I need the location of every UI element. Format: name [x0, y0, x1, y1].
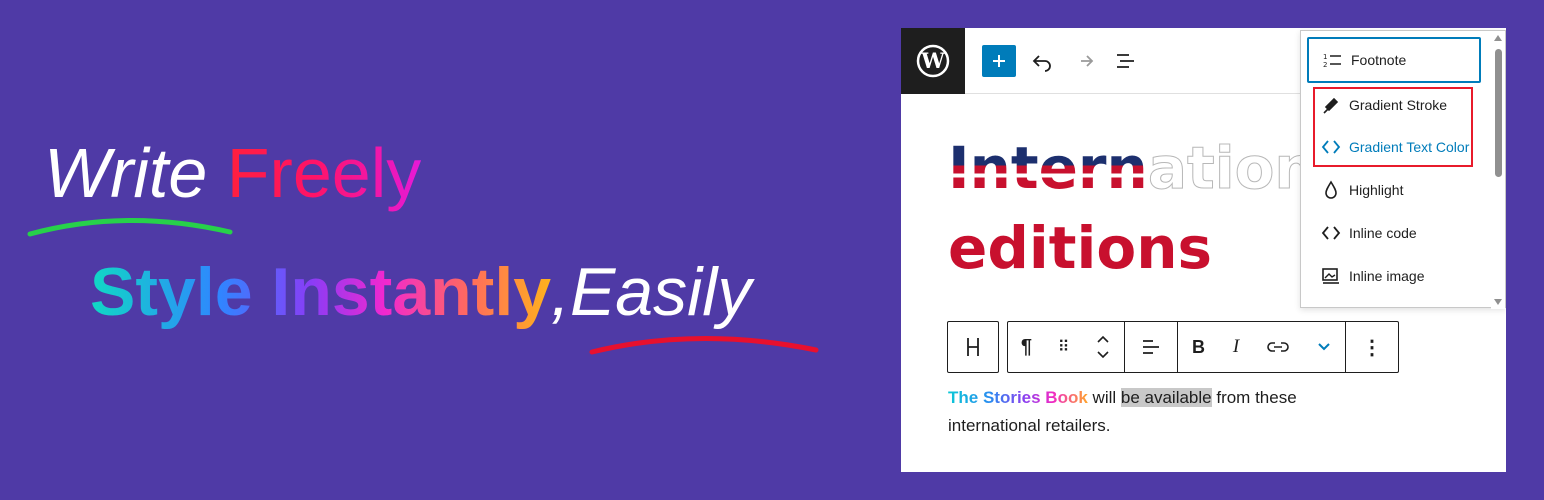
paragraph-text-1: will	[1087, 388, 1121, 407]
scrollbar-thumb[interactable]	[1495, 49, 1502, 177]
block-transform-button[interactable]	[947, 321, 999, 373]
headline-comma: ,	[551, 254, 570, 330]
brush-icon	[1323, 97, 1339, 114]
options-group: ⋮	[1346, 322, 1398, 372]
headline-write: Write	[44, 134, 208, 212]
italic-button[interactable]: I	[1233, 336, 1239, 358]
add-block-button[interactable]	[982, 45, 1016, 77]
menu-item-inline-image[interactable]: Inline image	[1307, 256, 1481, 296]
menu-item-footnote[interactable]: 1 2 Footnote	[1307, 37, 1481, 83]
headline-style-instantly: Style Instantly	[90, 254, 552, 330]
menu-item-label: Highlight	[1349, 182, 1404, 198]
redo-button[interactable]	[1072, 49, 1096, 73]
block-toolbar: ¶ ⠿ B I ⋮	[1007, 321, 1399, 373]
rich-text-format-menu: 1 2 Footnote Gradient Stroke Gradient Te…	[1300, 30, 1506, 309]
wordpress-logo-button[interactable]: W	[901, 28, 965, 94]
heading-red-text: editions	[948, 214, 1213, 282]
headline-line-2: Style Instantly,Easily	[90, 258, 751, 326]
gradient-styled-text: The Stories Book	[948, 388, 1088, 407]
scroll-up-icon[interactable]	[1494, 35, 1502, 41]
menu-scrollbar[interactable]	[1491, 31, 1505, 309]
align-left-icon[interactable]	[1141, 337, 1161, 357]
block-controls-group: ¶ ⠿	[1008, 322, 1125, 372]
menu-item-label: Footnote	[1351, 52, 1407, 68]
paragraph-icon[interactable]: ¶	[1021, 336, 1032, 359]
menu-item-highlight[interactable]: Highlight	[1307, 170, 1481, 210]
menu-item-gradient-stroke[interactable]: Gradient Stroke	[1307, 85, 1481, 125]
paragraph-block[interactable]: The Stories Book will be available from …	[948, 384, 1368, 440]
svg-text:1: 1	[1323, 53, 1327, 61]
code-icon	[1321, 226, 1341, 240]
headline-line-1: Write Freely	[44, 138, 421, 208]
more-vertical-icon[interactable]: ⋮	[1362, 335, 1382, 360]
code-icon	[1321, 140, 1341, 154]
menu-item-label: Gradient Text Color	[1349, 139, 1470, 155]
footnote-icon: 1 2	[1323, 53, 1341, 68]
document-overview-button[interactable]	[1114, 49, 1138, 73]
headline-easily: Easily	[569, 254, 752, 330]
alignment-group	[1125, 322, 1178, 372]
heading-flag-text: Intern	[948, 134, 1148, 202]
format-group: B I	[1178, 322, 1346, 372]
menu-item-label: Inline code	[1349, 225, 1417, 241]
plus-icon	[993, 55, 1005, 67]
promo-banner: Write Freely Style Instantly,Easily	[0, 0, 880, 500]
heading-block[interactable]: Internation editions	[948, 128, 1316, 288]
move-up-down-icon[interactable]	[1095, 334, 1111, 360]
svg-text:2: 2	[1323, 61, 1327, 68]
undo-button[interactable]	[1030, 49, 1054, 73]
menu-item-label: Gradient Stroke	[1349, 97, 1448, 113]
wordpress-logo-icon: W	[916, 44, 950, 78]
block-editor: W Internation editions ¶ ⠿ B I ⋮ The Sto…	[901, 28, 1506, 472]
drop-icon	[1325, 180, 1337, 199]
image-icon	[1322, 268, 1339, 284]
menu-item-label: Inline image	[1349, 268, 1425, 284]
heading-outline-text: ation	[1147, 134, 1316, 203]
green-underline-swoosh	[27, 217, 233, 237]
chevron-down-icon[interactable]	[1317, 342, 1331, 352]
bold-button[interactable]: B	[1192, 337, 1205, 358]
scroll-down-icon[interactable]	[1494, 299, 1502, 305]
headline-freely: Freely	[226, 134, 422, 212]
heading-icon	[967, 338, 979, 356]
highlighted-text: be available	[1120, 388, 1212, 407]
menu-item-inline-code[interactable]: Inline code	[1307, 213, 1481, 253]
menu-item-gradient-text-color[interactable]: Gradient Text Color	[1307, 127, 1481, 167]
red-underline-swoosh	[589, 336, 819, 355]
link-icon[interactable]	[1267, 340, 1289, 354]
svg-text:W: W	[920, 48, 945, 73]
drag-handle-icon[interactable]: ⠿	[1058, 337, 1070, 357]
